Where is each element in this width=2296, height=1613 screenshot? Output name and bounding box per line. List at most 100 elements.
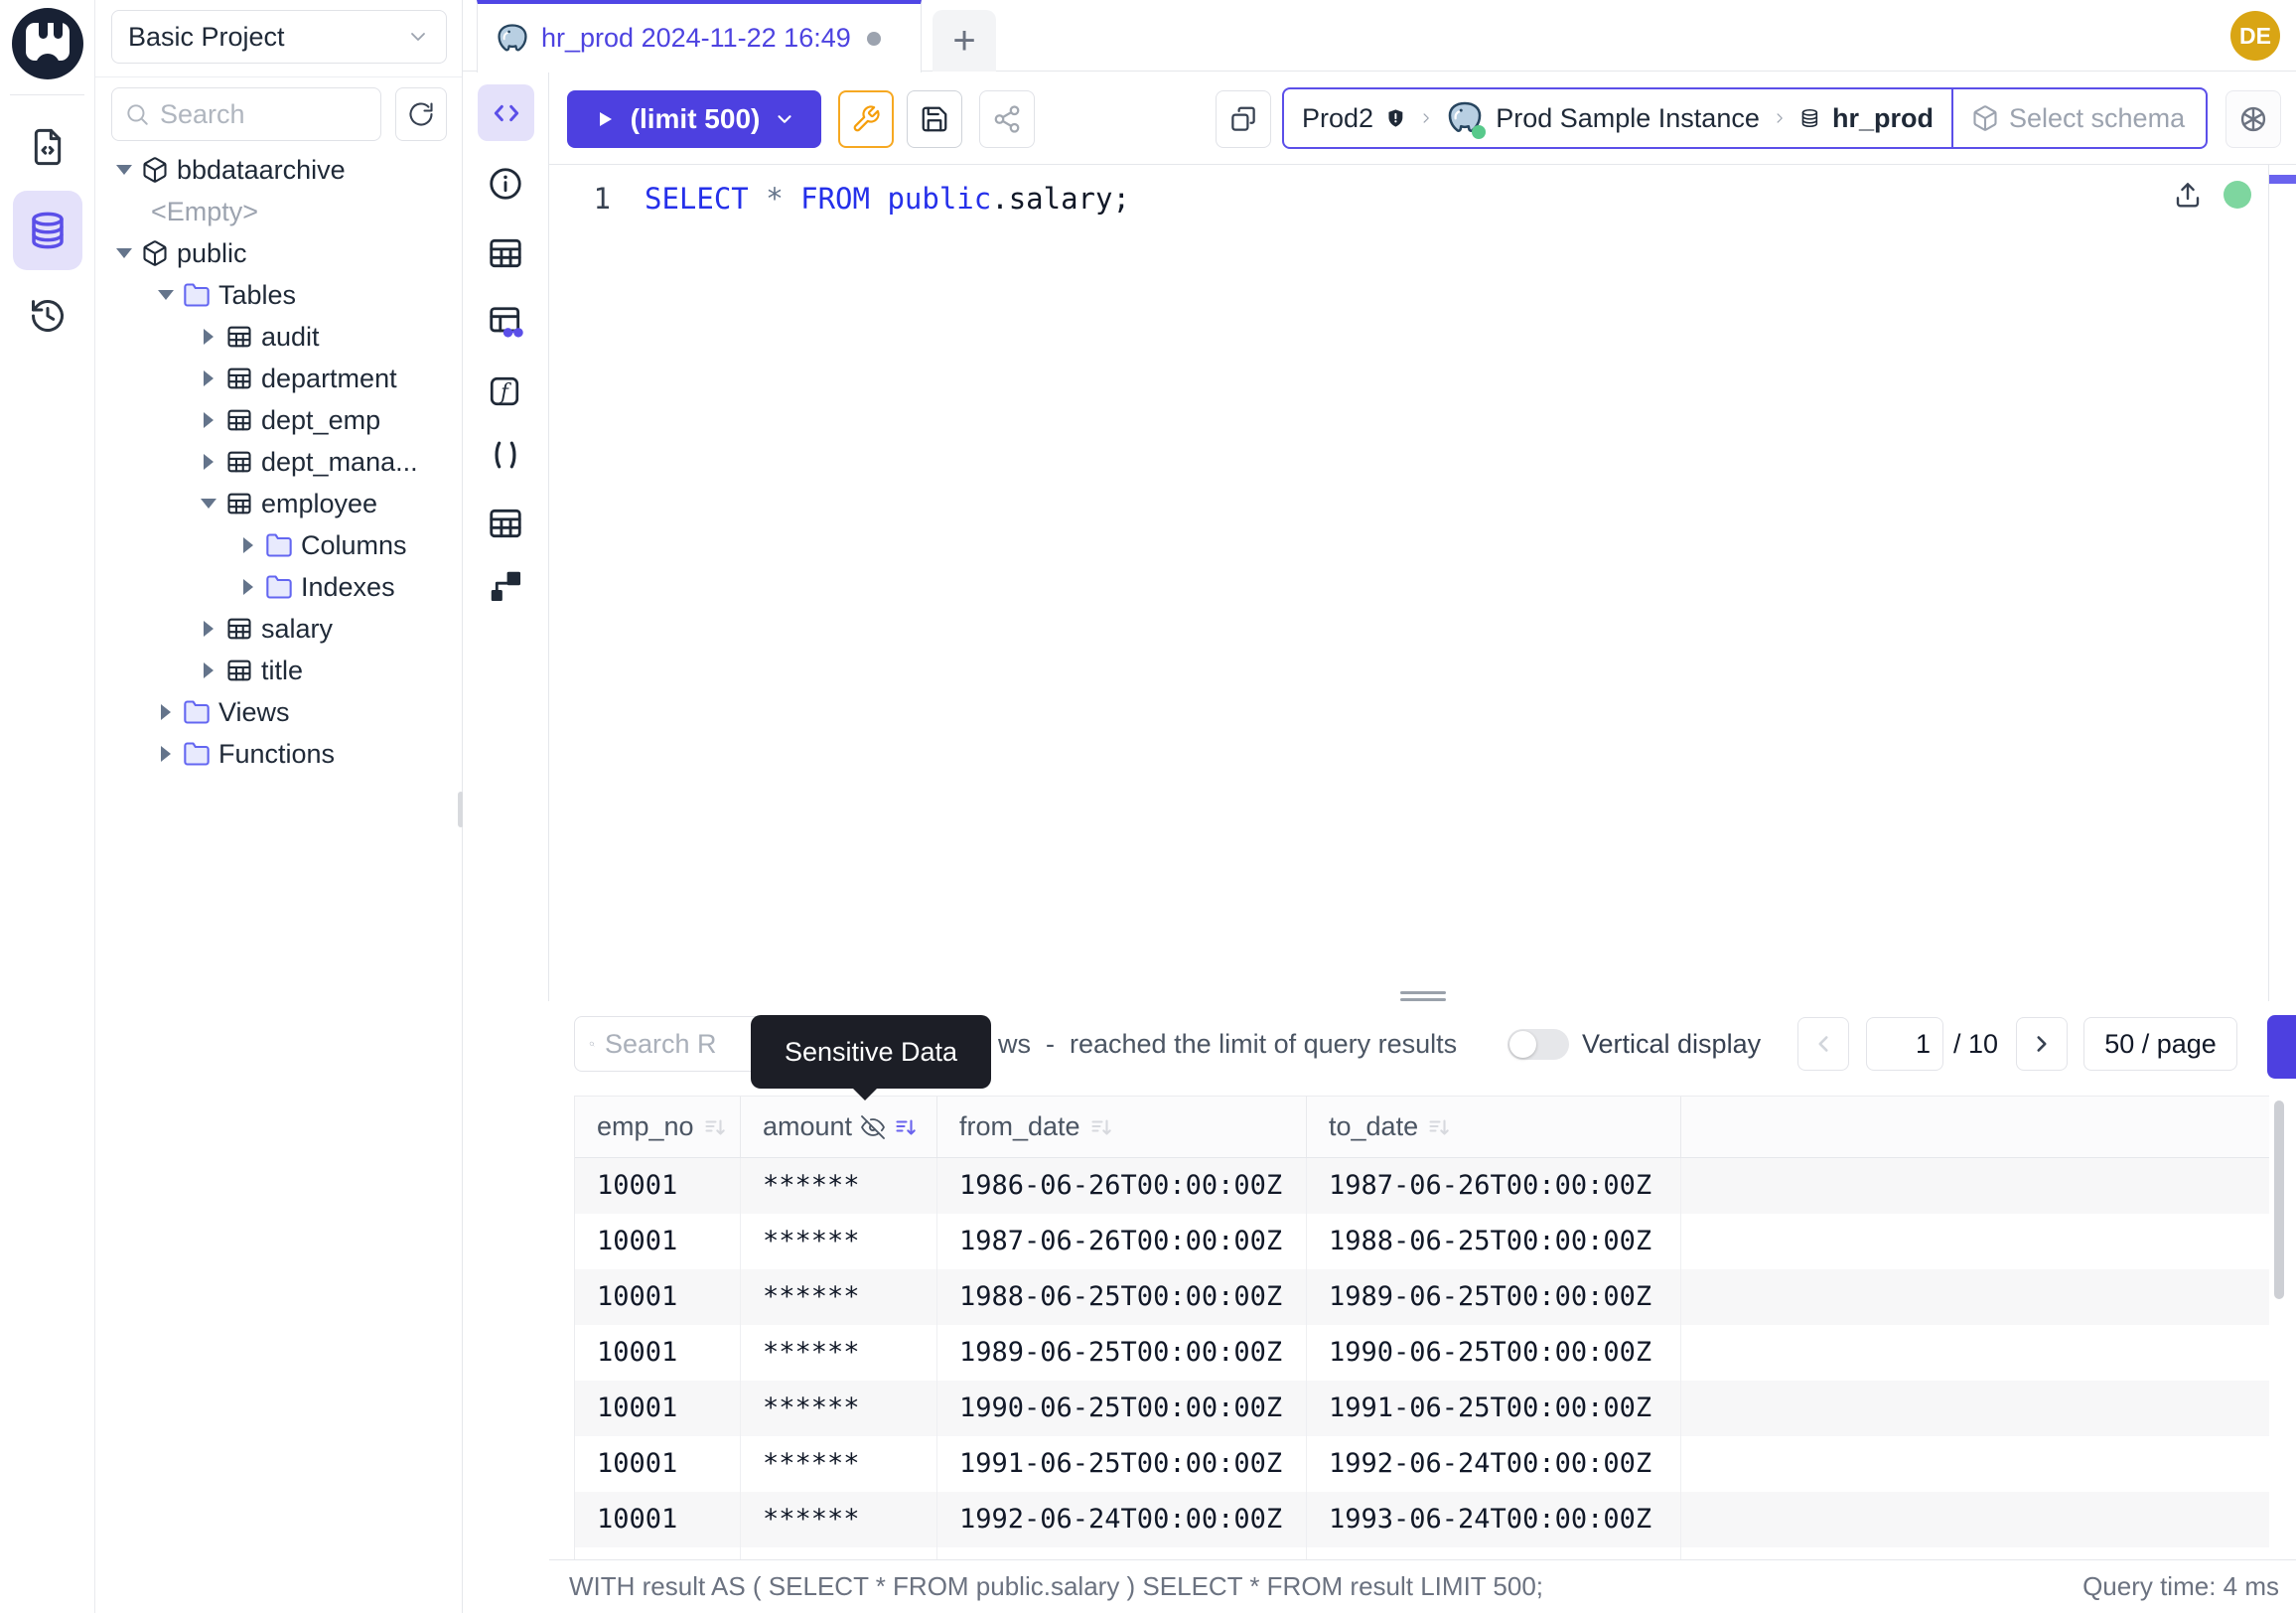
connection-path[interactable]: Prod2 Prod Sample Instance hr_prod xyxy=(1284,89,1951,147)
tree-item-dept-emp[interactable]: dept_emp xyxy=(95,399,462,441)
ai-assistant-button[interactable] xyxy=(2225,90,2281,148)
page-size-select[interactable]: 50 / page xyxy=(2083,1017,2237,1071)
external-tables-icon[interactable] xyxy=(487,505,524,542)
editor-actions xyxy=(2172,179,2251,211)
procedures-panel-icon[interactable] xyxy=(487,436,524,474)
tree-item-department[interactable]: department xyxy=(95,358,462,399)
tree-item-functions[interactable]: Functions xyxy=(95,733,462,775)
caret-right-icon[interactable] xyxy=(239,536,257,554)
chevron-left-icon xyxy=(1810,1031,1836,1057)
sort-icon[interactable] xyxy=(703,1115,727,1139)
code-line: 1 SELECT * FROM public.salary; xyxy=(549,165,2296,220)
tree-item-audit[interactable]: audit xyxy=(95,316,462,358)
table-row[interactable]: 10001******1993-06-24T00:00:00Z1994-06-2… xyxy=(575,1547,2269,1559)
results-scrollbar[interactable] xyxy=(2274,1100,2284,1299)
table-icon xyxy=(225,323,253,351)
folder-icon xyxy=(183,281,211,309)
tree-item-title[interactable]: title xyxy=(95,650,462,691)
share-button[interactable] xyxy=(979,90,1035,148)
sort-icon[interactable] xyxy=(1089,1115,1113,1139)
caret-right-icon[interactable] xyxy=(239,578,257,596)
column-header-emp-no[interactable]: emp_no xyxy=(575,1097,741,1157)
refresh-icon xyxy=(407,100,435,128)
database-icon[interactable] xyxy=(0,210,95,251)
tab-hr-prod[interactable]: hr_prod 2024-11-22 16:49 xyxy=(477,0,922,73)
schema-diagram-icon[interactable] xyxy=(487,567,524,605)
caret-down-icon[interactable] xyxy=(200,495,217,513)
environment-label: Prod2 xyxy=(1302,103,1373,134)
table-row[interactable]: 10001******1986-06-26T00:00:00Z1987-06-2… xyxy=(575,1158,2269,1214)
eye-off-icon[interactable] xyxy=(861,1115,885,1139)
table-icon xyxy=(225,406,253,434)
splitter-handle-icon[interactable] xyxy=(1400,990,1446,1001)
chevron-down-icon xyxy=(774,108,795,130)
schema-sidebar: Basic Project bbdataarchive <Empty> publ… xyxy=(95,0,463,1613)
caret-down-icon[interactable] xyxy=(157,286,175,304)
table-row[interactable]: 10001******1988-06-25T00:00:00Z1989-06-2… xyxy=(575,1269,2269,1325)
tree-item-views[interactable]: Views xyxy=(95,691,462,733)
panel-splitter[interactable] xyxy=(549,990,2296,1001)
caret-right-icon[interactable] xyxy=(200,620,217,638)
schema-cube-icon xyxy=(1971,104,1999,132)
caret-down-icon[interactable] xyxy=(115,161,133,179)
batch-query-button[interactable] xyxy=(1216,90,1271,148)
editor-side-strip xyxy=(463,72,549,1001)
caret-right-icon[interactable] xyxy=(200,661,217,679)
tree-item-dept-manager[interactable]: dept_mana... xyxy=(95,441,462,483)
caret-right-icon[interactable] xyxy=(200,411,217,429)
tree-item-indexes[interactable]: Indexes xyxy=(95,566,462,608)
upload-icon[interactable] xyxy=(2172,179,2204,211)
run-query-button[interactable]: (limit 500) xyxy=(567,90,821,148)
overview-ruler[interactable] xyxy=(2268,165,2296,1001)
export-button[interactable] xyxy=(2267,1015,2296,1079)
table-row[interactable]: 10001******1987-06-26T00:00:00Z1988-06-2… xyxy=(575,1214,2269,1269)
sort-icon[interactable] xyxy=(894,1115,918,1139)
tree-item-tables[interactable]: Tables xyxy=(95,274,462,316)
info-icon[interactable] xyxy=(487,165,524,203)
masked-data-icon[interactable] xyxy=(487,304,524,342)
caret-right-icon[interactable] xyxy=(200,453,217,471)
worksheet-icon[interactable] xyxy=(0,127,95,167)
caret-right-icon[interactable] xyxy=(157,745,175,763)
bytebase-logo[interactable] xyxy=(12,8,83,79)
caret-right-icon[interactable] xyxy=(157,703,175,721)
next-page-button[interactable] xyxy=(2016,1017,2068,1071)
sidebar-search[interactable] xyxy=(111,87,381,141)
results-table[interactable]: emp_no amount from_date to_date 10001***… xyxy=(574,1096,2269,1559)
tree-item-bbdataarchive[interactable]: bbdataarchive xyxy=(95,149,462,191)
sort-icon[interactable] xyxy=(1427,1115,1451,1139)
caret-right-icon[interactable] xyxy=(200,328,217,346)
column-header-to-date[interactable]: to_date xyxy=(1307,1097,1681,1157)
format-sql-button[interactable] xyxy=(838,90,894,148)
user-avatar[interactable]: DE xyxy=(2230,11,2280,61)
column-header-empty xyxy=(1681,1097,2269,1157)
page-number-input[interactable] xyxy=(1866,1017,1943,1071)
caret-right-icon[interactable] xyxy=(200,369,217,387)
table-row[interactable]: 10001******1992-06-24T00:00:00Z1993-06-2… xyxy=(575,1492,2269,1547)
column-header-from-date[interactable]: from_date xyxy=(937,1097,1307,1157)
refresh-button[interactable] xyxy=(395,87,447,141)
column-header-amount[interactable]: amount xyxy=(741,1097,937,1157)
tree-item-columns[interactable]: Columns xyxy=(95,524,462,566)
save-sheet-button[interactable] xyxy=(907,90,962,148)
tree-item-employee[interactable]: employee xyxy=(95,483,462,524)
schema-selector[interactable]: Select schema xyxy=(1951,89,2206,147)
history-icon[interactable] xyxy=(0,296,95,336)
prev-page-button[interactable] xyxy=(1797,1017,1849,1071)
table-row[interactable]: 10001******1989-06-25T00:00:00Z1990-06-2… xyxy=(575,1325,2269,1381)
vertical-display-toggle[interactable] xyxy=(1507,1029,1569,1060)
tree-item-public[interactable]: public xyxy=(95,232,462,274)
table-panel-icon[interactable] xyxy=(487,234,524,272)
code-view-button[interactable] xyxy=(478,84,534,141)
functions-panel-icon[interactable] xyxy=(487,373,522,409)
search-input[interactable] xyxy=(160,99,339,130)
tree-item-salary[interactable]: salary xyxy=(95,608,462,650)
caret-down-icon[interactable] xyxy=(115,244,133,262)
table-row[interactable]: 10001******1990-06-25T00:00:00Z1991-06-2… xyxy=(575,1381,2269,1436)
new-tab-button[interactable]: + xyxy=(933,10,996,72)
share-icon xyxy=(992,104,1022,134)
table-row[interactable]: 10001******1991-06-25T00:00:00Z1992-06-2… xyxy=(575,1436,2269,1492)
connection-breadcrumb[interactable]: Prod2 Prod Sample Instance hr_prod Selec… xyxy=(1282,87,2208,149)
project-selector[interactable]: Basic Project xyxy=(111,10,447,64)
sql-editor[interactable]: 1 SELECT * FROM public.salary; xyxy=(549,165,2296,1001)
